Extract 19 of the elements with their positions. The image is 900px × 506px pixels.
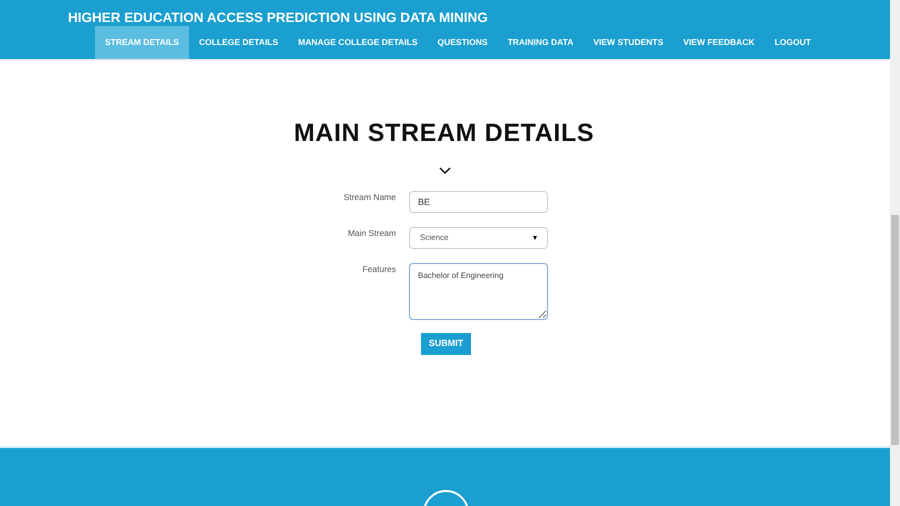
nav-link[interactable]: LOGOUT [764, 26, 821, 59]
site-title: HIGHER EDUCATION ACCESS PREDICTION USING DATA MINING [68, 9, 489, 26]
nav-link[interactable]: COLLEGE DETAILS [188, 26, 288, 59]
field-label: Main Stream [346, 226, 396, 240]
nav-link[interactable]: VIEW STUDENTS [583, 26, 674, 59]
chevron-down-icon [439, 166, 451, 174]
nav-link[interactable]: MANAGE COLLEGE DETAILS [288, 26, 428, 59]
main-stream-dropdown[interactable]: Science [409, 226, 548, 248]
caret-icon [533, 236, 537, 240]
field-label: Stream Name [342, 190, 396, 204]
nav-link[interactable]: VIEW FEEDBACK [673, 26, 765, 59]
nav-link[interactable]: QUESTIONS [428, 26, 498, 59]
page-heading: MAIN STREAM DETAILS [294, 118, 594, 149]
features-textarea[interactable]: Bachelor of Engineering [409, 262, 548, 320]
stream-name-field[interactable]: BE [409, 190, 548, 212]
submit-button[interactable]: SUBMIT [420, 332, 472, 354]
nav-link[interactable]: TRAINING DATA [498, 26, 584, 59]
nav-link[interactable]: STREAM DETAILS [95, 26, 189, 59]
field-label: Features [361, 262, 396, 276]
